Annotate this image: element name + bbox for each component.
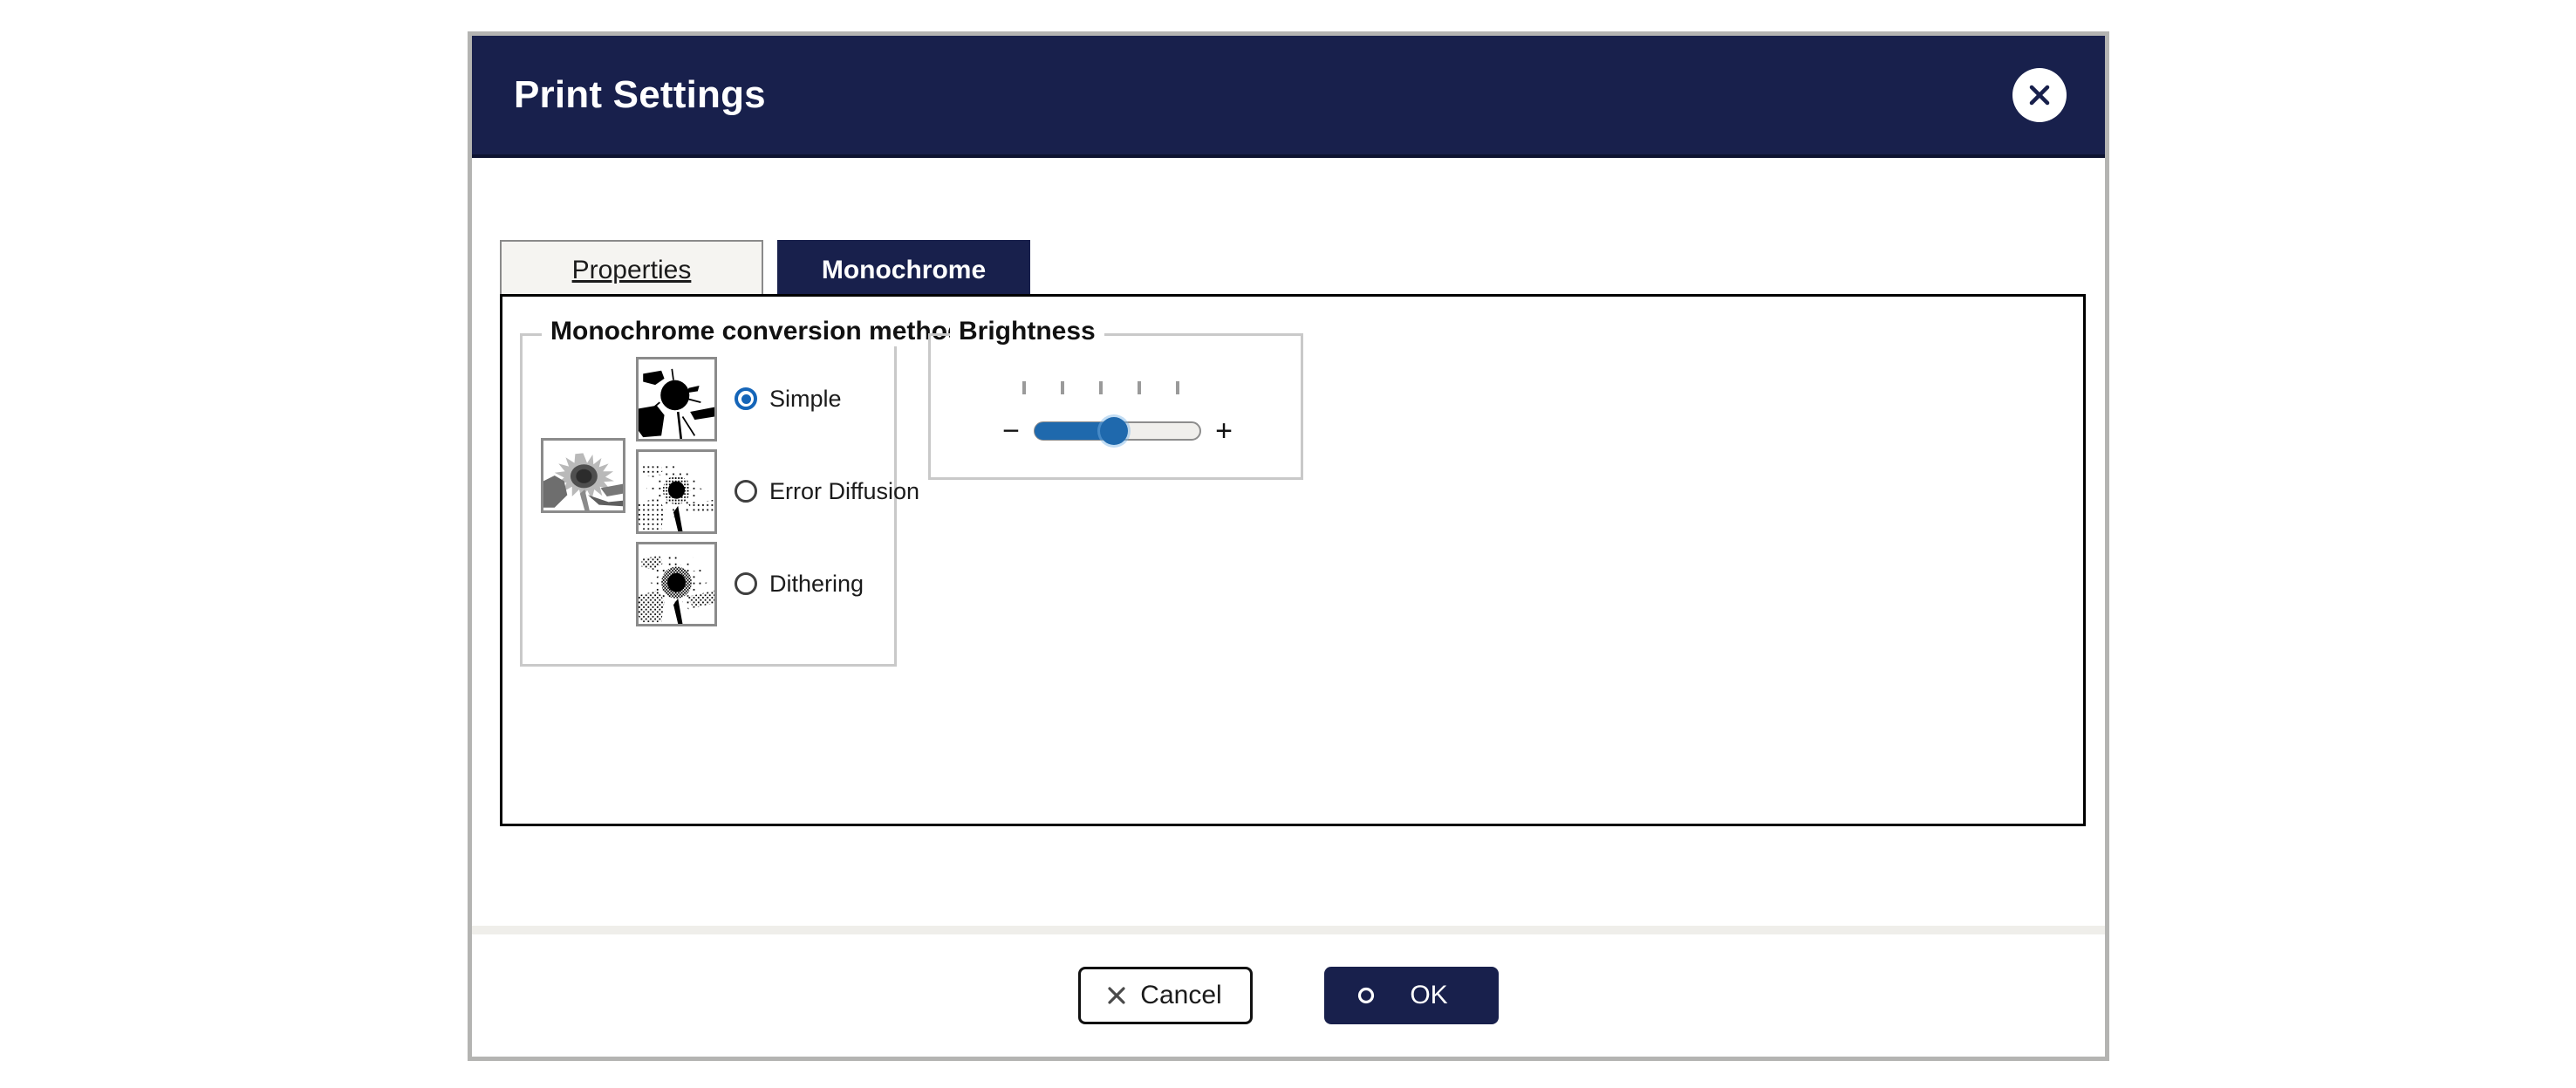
- dialog-body: Properties Monochrome Monochrome convers…: [472, 158, 2105, 1057]
- brightness-decrease-button[interactable]: −: [999, 416, 1023, 446]
- method-row-error-diffusion: Error Diffusion: [636, 448, 919, 535]
- radio-option-simple[interactable]: Simple: [735, 386, 842, 413]
- brightness-slider-row: − +: [999, 416, 1236, 446]
- sunflower-dithering-icon: [639, 544, 714, 624]
- preview-dithering: [636, 541, 717, 626]
- tab-content-panel: Monochrome conversion method Simple Erro…: [500, 294, 2086, 826]
- tab-monochrome[interactable]: Monochrome: [777, 240, 1030, 299]
- radio-option-dithering[interactable]: Dithering: [735, 571, 864, 598]
- brightness-tick-marks: [1022, 381, 1179, 394]
- sunflower-error-diffusion-icon: [639, 451, 714, 531]
- tick-mark: [1061, 381, 1064, 394]
- brightness-group-legend: Brightness: [950, 317, 1104, 346]
- radio-option-error-diffusion[interactable]: Error Diffusion: [735, 478, 919, 505]
- close-x-glyph: [2029, 85, 2050, 106]
- preview-error-diffusion: [636, 448, 717, 534]
- radio-label-error-diffusion: Error Diffusion: [769, 477, 920, 504]
- radio-icon-error-diffusion[interactable]: [735, 480, 757, 503]
- circle-icon: [1351, 985, 1381, 1006]
- dialog-title: Print Settings: [514, 73, 766, 116]
- tabstrip: Properties Monochrome: [500, 235, 1030, 299]
- monochrome-group-legend: Monochrome conversion method: [542, 317, 973, 346]
- cancel-button[interactable]: Cancel: [1078, 967, 1253, 1024]
- method-row-simple: Simple: [636, 355, 842, 442]
- brightness-slider-wrap: − +: [931, 381, 1301, 477]
- radio-icon-simple[interactable]: [735, 387, 757, 410]
- sunflower-threshold-icon: [639, 359, 714, 439]
- tab-properties-label: Properties: [571, 256, 692, 284]
- tab-properties[interactable]: Properties: [500, 240, 763, 299]
- footer-separator: [472, 926, 2105, 934]
- circle-glyph: [1357, 987, 1375, 1004]
- dialog-titlebar: Print Settings: [472, 36, 2105, 158]
- tick-mark: [1138, 381, 1141, 394]
- method-row-dithering: Dithering: [636, 540, 864, 627]
- close-icon[interactable]: [2012, 68, 2067, 122]
- brightness-slider-track[interactable]: [1034, 417, 1201, 445]
- ok-button-label: OK: [1410, 981, 1448, 1009]
- x-icon: [1102, 985, 1131, 1006]
- sunflower-grayscale-icon: [543, 441, 623, 510]
- preview-simple: [636, 356, 717, 441]
- tick-mark: [1099, 381, 1103, 394]
- tab-monochrome-label: Monochrome: [821, 256, 987, 284]
- cancel-button-label: Cancel: [1140, 981, 1222, 1009]
- x-glyph: [1108, 987, 1125, 1004]
- brightness-increase-button[interactable]: +: [1212, 416, 1236, 446]
- dialog-footer: Cancel OK: [472, 934, 2105, 1057]
- ok-button[interactable]: OK: [1324, 967, 1499, 1024]
- radio-label-dithering: Dithering: [769, 570, 864, 597]
- source-image-preview: [541, 438, 625, 513]
- brightness-slider-thumb[interactable]: [1100, 417, 1129, 445]
- print-settings-dialog: Print Settings Properties Monochrome Mon…: [468, 31, 2109, 1061]
- tick-mark: [1022, 381, 1026, 394]
- monochrome-conversion-group: Monochrome conversion method Simple Erro…: [520, 317, 973, 667]
- brightness-group: Brightness − +: [928, 317, 1303, 480]
- radio-label-simple: Simple: [769, 385, 842, 412]
- radio-icon-dithering[interactable]: [735, 572, 757, 595]
- tick-mark: [1176, 381, 1179, 394]
